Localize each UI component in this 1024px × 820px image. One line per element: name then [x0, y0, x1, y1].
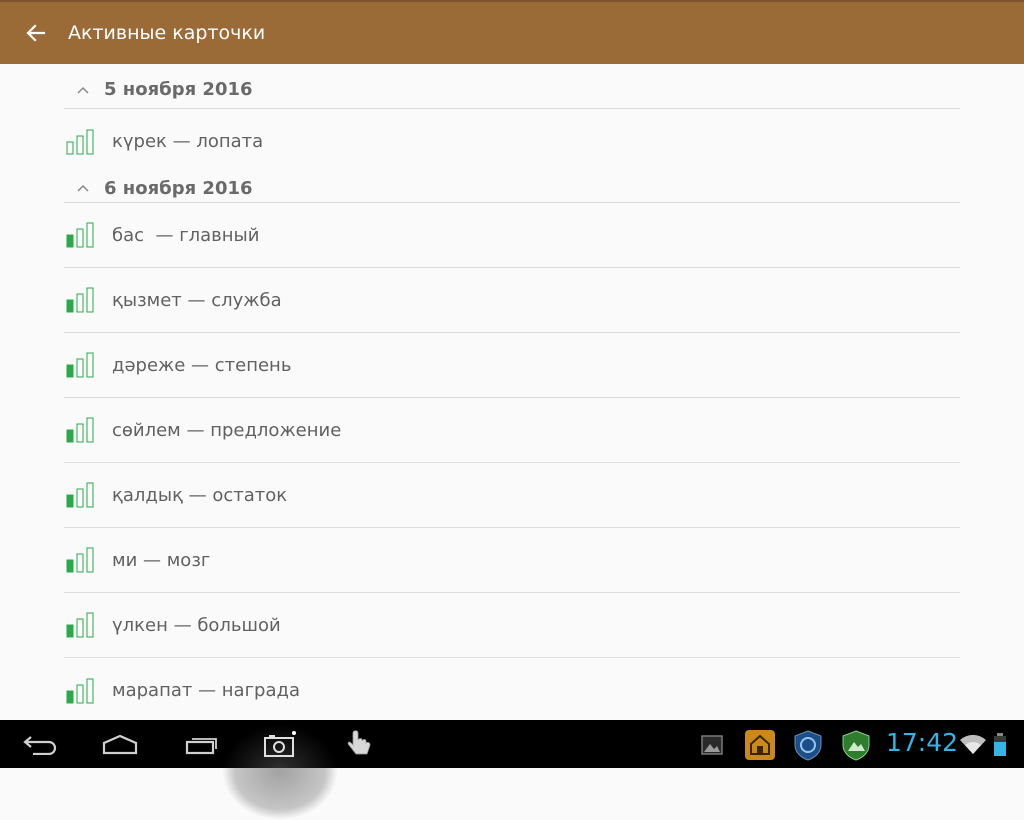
- level-bar: [86, 287, 94, 313]
- chevron-up-icon: [76, 180, 92, 196]
- back-nav-icon: [23, 736, 57, 755]
- level-bars-icon: [66, 129, 96, 155]
- level-bar: [66, 429, 74, 443]
- level-bar: [76, 684, 84, 703]
- card-text: дәреже — степень: [112, 354, 292, 376]
- level-bars-icon: [66, 547, 96, 573]
- section-date: 6 ноября 2016: [104, 177, 253, 199]
- level-bar: [86, 482, 94, 508]
- security-notification-icon[interactable]: [840, 729, 872, 761]
- card-text: күрек — лопата: [112, 131, 264, 152]
- card-row[interactable]: қызмет — служба: [64, 268, 960, 333]
- level-bar: [86, 222, 94, 248]
- home-nav-icon: [102, 734, 138, 755]
- level-bars-icon: [66, 222, 96, 248]
- level-bars-icon: [66, 287, 96, 313]
- level-bar: [66, 141, 74, 154]
- card-row[interactable]: үлкен — большой: [64, 593, 960, 658]
- camera-icon: [264, 731, 296, 757]
- screenshot-button[interactable]: [258, 720, 302, 768]
- level-bar: [76, 228, 84, 248]
- back-button[interactable]: [18, 15, 54, 51]
- level-bar: [66, 299, 74, 313]
- section-header[interactable]: 5 ноября 2016: [64, 64, 960, 109]
- level-bar: [76, 618, 84, 638]
- level-bar: [66, 559, 74, 573]
- section-header[interactable]: 6 ноября 2016: [64, 174, 960, 203]
- level-bar: [66, 234, 74, 248]
- level-bar: [66, 364, 74, 378]
- level-bar: [66, 494, 74, 508]
- card-text: сөйлем — предложение: [112, 419, 342, 441]
- section-cards: бас — главный қызмет — служба дәреже — с…: [64, 203, 960, 723]
- shield-notification-icon[interactable]: [792, 729, 824, 761]
- level-bar: [76, 488, 84, 508]
- level-bar: [76, 135, 84, 154]
- level-bar: [76, 423, 84, 443]
- touch-button[interactable]: [340, 720, 380, 768]
- level-bar: [76, 358, 84, 378]
- level-bar: [86, 129, 94, 154]
- home-nav-button[interactable]: [96, 720, 144, 768]
- wifi-icon: [958, 729, 988, 761]
- arrow-left-icon: [26, 24, 46, 42]
- level-bar: [86, 612, 94, 638]
- card-row[interactable]: марапат — награда: [64, 658, 960, 723]
- card-row[interactable]: қалдық — остаток: [64, 463, 960, 528]
- level-bars-icon: [66, 678, 96, 704]
- level-bar: [86, 547, 94, 573]
- card-row[interactable]: ми — мозг: [64, 528, 960, 593]
- section-date: 5 ноября 2016: [104, 79, 253, 100]
- system-nav-bar: 17:42: [0, 720, 1024, 820]
- pointing-hand-icon: [347, 730, 371, 755]
- card-row[interactable]: күрек — лопата: [64, 109, 960, 174]
- level-bars-icon: [66, 612, 96, 638]
- level-bars-icon: [66, 417, 96, 443]
- recents-nav-button[interactable]: [178, 720, 226, 768]
- card-text: қызмет — служба: [112, 289, 282, 311]
- cards-list: 5 ноября 2016 күрек — лопата 6 ноября 20…: [64, 64, 960, 723]
- recents-nav-icon: [185, 738, 217, 755]
- page-title: Активные карточки: [68, 22, 266, 44]
- section-cards: күрек — лопата: [64, 109, 960, 174]
- battery-icon: [990, 729, 1010, 761]
- card-row[interactable]: сөйлем — предложение: [64, 398, 960, 463]
- level-bar: [66, 624, 74, 638]
- app-bar: Активные карточки: [0, 0, 1024, 64]
- level-bar: [86, 417, 94, 443]
- home-app-notification-icon[interactable]: [744, 729, 776, 761]
- gallery-notification-icon[interactable]: [696, 729, 728, 761]
- level-bar: [76, 553, 84, 573]
- status-clock: 17:42: [886, 728, 959, 757]
- card-row[interactable]: дәреже — степень: [64, 333, 960, 398]
- level-bar: [86, 678, 94, 703]
- level-bars-icon: [66, 482, 96, 508]
- card-text: қалдық — остаток: [112, 484, 288, 506]
- level-bar: [76, 293, 84, 313]
- level-bars-icon: [66, 352, 96, 378]
- card-row[interactable]: бас — главный: [64, 203, 960, 268]
- chevron-up-icon: [76, 82, 92, 98]
- back-nav-button[interactable]: [16, 720, 64, 768]
- card-text: ми — мозг: [112, 549, 211, 571]
- card-text: бас — главный: [112, 224, 260, 246]
- level-bar: [86, 352, 94, 378]
- card-text: үлкен — большой: [112, 614, 281, 636]
- card-text: марапат — награда: [112, 680, 300, 701]
- level-bar: [66, 690, 74, 703]
